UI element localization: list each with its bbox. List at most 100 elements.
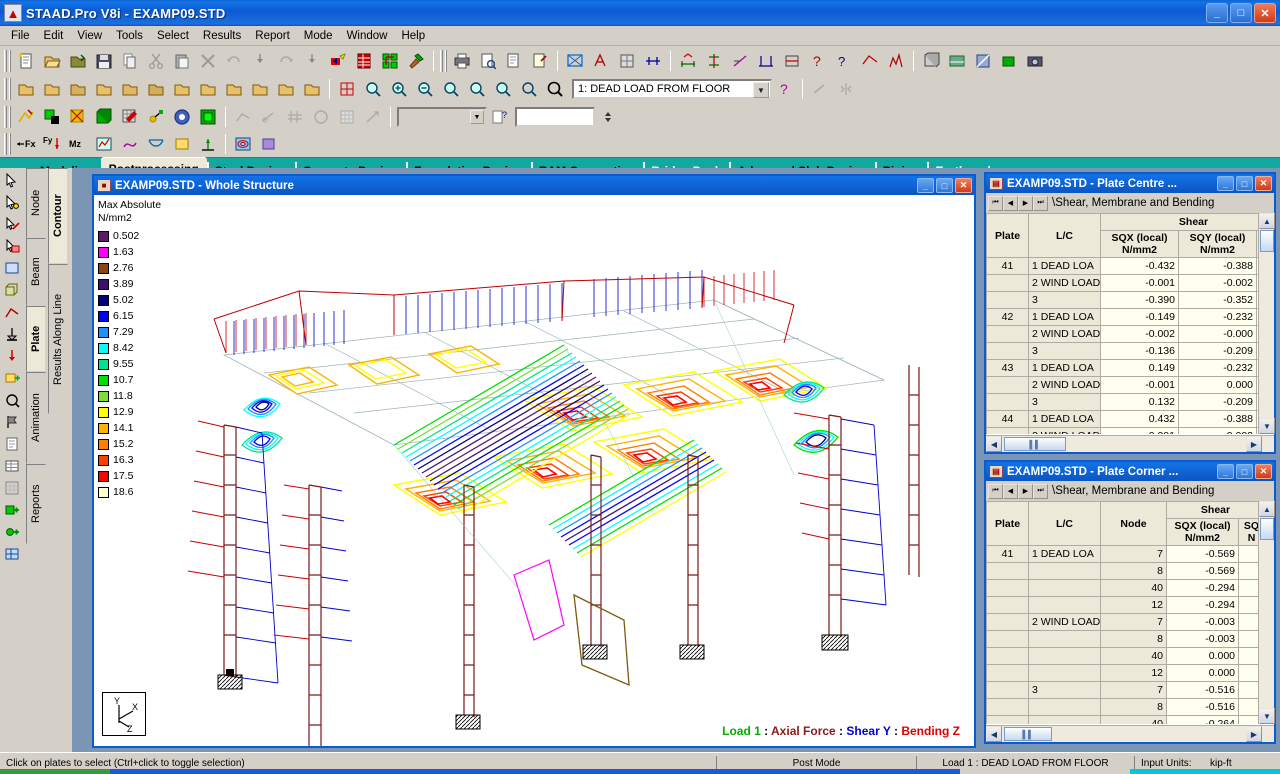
table-row[interactable]: 12-0.294 (987, 597, 1265, 614)
whole-structure-icon[interactable] (563, 50, 587, 73)
open-prev-icon[interactable] (14, 78, 38, 101)
spec-icon[interactable] (118, 106, 142, 129)
save-icon[interactable] (92, 50, 116, 73)
vscroll-thumb[interactable] (1260, 230, 1274, 252)
menu-tools[interactable]: Tools (109, 28, 150, 44)
menu-help[interactable]: Help (394, 28, 432, 44)
hscroll-thumb[interactable]: ▌▌ (1004, 727, 1052, 741)
table-row[interactable]: 411 DEAD LOA-0.432-0.388 (987, 258, 1275, 275)
render-view-icon[interactable] (945, 50, 969, 73)
table-row[interactable]: 2 WIND LOAD-0.0010.000 (987, 377, 1275, 394)
menu-view[interactable]: View (70, 28, 109, 44)
tools-hammer-icon[interactable] (404, 50, 428, 73)
copy-icon[interactable] (118, 50, 142, 73)
menu-select[interactable]: Select (150, 28, 196, 44)
menu-window[interactable]: Window (340, 28, 395, 44)
help-context-icon[interactable]: ? (488, 106, 512, 129)
hscroll-thumb[interactable]: ▌▌ (1004, 437, 1066, 451)
print-icon[interactable] (450, 50, 474, 73)
new-file-icon[interactable] (14, 50, 38, 73)
scale-icon[interactable] (808, 78, 832, 101)
support-cursor-icon[interactable] (2, 324, 22, 344)
scroll-up-icon[interactable]: ▲ (1259, 213, 1275, 229)
scroll-left-icon[interactable]: ◀ (986, 726, 1002, 742)
solid-cursor-icon[interactable] (2, 280, 22, 300)
sidebar-item-results-along-line[interactable]: Results Along Line (48, 264, 68, 414)
nav-prev-icon[interactable]: ◀ (1003, 484, 1018, 499)
geometry-cursor-icon[interactable] (2, 302, 22, 322)
beam-edit-icon[interactable] (257, 106, 281, 129)
display-options-icon[interactable] (615, 50, 639, 73)
scroll-down-icon[interactable]: ▼ (1259, 418, 1275, 434)
maximize-button[interactable]: □ (1230, 3, 1252, 23)
toolbar-grip[interactable] (4, 78, 11, 100)
close-button[interactable]: ✕ (1254, 3, 1276, 23)
nav-prev-icon[interactable]: ◀ (1003, 196, 1018, 211)
zoom-all-icon[interactable] (465, 78, 489, 101)
main-view-maximize-button[interactable]: □ (936, 178, 953, 193)
select-solid-icon[interactable] (248, 78, 272, 101)
value-input[interactable] (515, 107, 595, 127)
nav-last-icon[interactable]: ⏭ (1033, 196, 1048, 211)
plate-centre-grid[interactable]: Plate L/C Shear SQX (local)N/mm2 SQY (lo… (986, 213, 1274, 434)
sidebar-item-reports[interactable]: Reports (26, 464, 46, 544)
run-analysis-icon[interactable] (326, 50, 350, 73)
sidebar-item-node[interactable]: Node (26, 168, 46, 238)
annotate-icon[interactable] (884, 50, 908, 73)
add-plate-green-icon[interactable] (2, 500, 22, 520)
redo-dropdown-icon[interactable] (300, 50, 324, 73)
clear-view-icon[interactable] (144, 78, 168, 101)
rotate-view-icon[interactable] (300, 78, 324, 101)
loads-icon[interactable] (144, 106, 168, 129)
select-node-icon[interactable] (170, 78, 194, 101)
snapshot-icon[interactable] (1023, 50, 1047, 73)
page-setup-icon[interactable] (528, 50, 552, 73)
view-cursor-icon[interactable] (2, 390, 22, 410)
zoom-dynamic-icon[interactable] (491, 78, 515, 101)
beam-cursor-icon[interactable] (2, 214, 22, 234)
select-beam-icon[interactable] (196, 78, 220, 101)
zoom-previous-icon[interactable] (439, 78, 463, 101)
table-row[interactable]: 400.000 (987, 648, 1265, 665)
menu-mode[interactable]: Mode (297, 28, 340, 44)
properties-icon[interactable] (40, 106, 64, 129)
mesh-icon[interactable] (2, 544, 22, 564)
structure-tolerance-icon[interactable] (641, 50, 665, 73)
supports-icon[interactable] (66, 106, 90, 129)
magnify-icon[interactable] (543, 78, 567, 101)
undo-icon[interactable] (222, 50, 246, 73)
open-folder-icon[interactable] (66, 50, 90, 73)
table-row[interactable]: 421 DEAD LOA-0.149-0.232 (987, 309, 1275, 326)
toolbar-grip[interactable] (4, 106, 11, 128)
help-pointer-icon[interactable]: ? (832, 50, 856, 73)
plate-corner-grid[interactable]: Plate L/C Node Shear SQX (local)N/mm2 SQ… (986, 501, 1274, 724)
table-row[interactable]: 2 WIND LOAD-0.0010.002 (987, 428, 1275, 435)
menu-results[interactable]: Results (196, 28, 248, 44)
nav-next-icon[interactable]: ▶ (1018, 484, 1033, 499)
table-row[interactable]: 30.132-0.209 (987, 394, 1275, 411)
contour-results-icon[interactable] (92, 133, 116, 156)
note-icon[interactable] (2, 434, 22, 454)
animation-results-icon[interactable] (118, 133, 142, 156)
sidebar-item-plate[interactable]: Plate (26, 306, 46, 372)
main-view-close-button[interactable]: ✕ (955, 178, 972, 193)
grid-snap-icon[interactable] (2, 478, 22, 498)
section-combo[interactable]: ▼ (397, 107, 487, 127)
plate-corner-close-button[interactable]: ✕ (1255, 464, 1272, 479)
query-icon[interactable]: ? (806, 50, 830, 73)
sidebar-item-beam[interactable]: Beam (26, 238, 46, 306)
main-view-minimize-button[interactable]: _ (917, 178, 934, 193)
plate-add-icon[interactable] (2, 368, 22, 388)
toolbar-grip[interactable] (440, 50, 447, 72)
scroll-up-icon[interactable]: ▲ (1259, 501, 1275, 517)
pan-icon[interactable] (517, 78, 541, 101)
open-file-icon[interactable] (40, 50, 64, 73)
mirror-icon[interactable] (834, 78, 858, 101)
materials-icon[interactable] (92, 106, 116, 129)
node-cursor-icon[interactable] (2, 192, 22, 212)
menu-file[interactable]: File (4, 28, 37, 44)
table-row[interactable]: 120.000 (987, 665, 1265, 682)
plate-centre-vscrollbar[interactable]: ▲ ▼ (1258, 213, 1274, 434)
plate-corner-hscrollbar[interactable]: ◀ ▌▌ ▶ (986, 725, 1274, 742)
nav-first-icon[interactable]: ⏮ (988, 484, 1003, 499)
